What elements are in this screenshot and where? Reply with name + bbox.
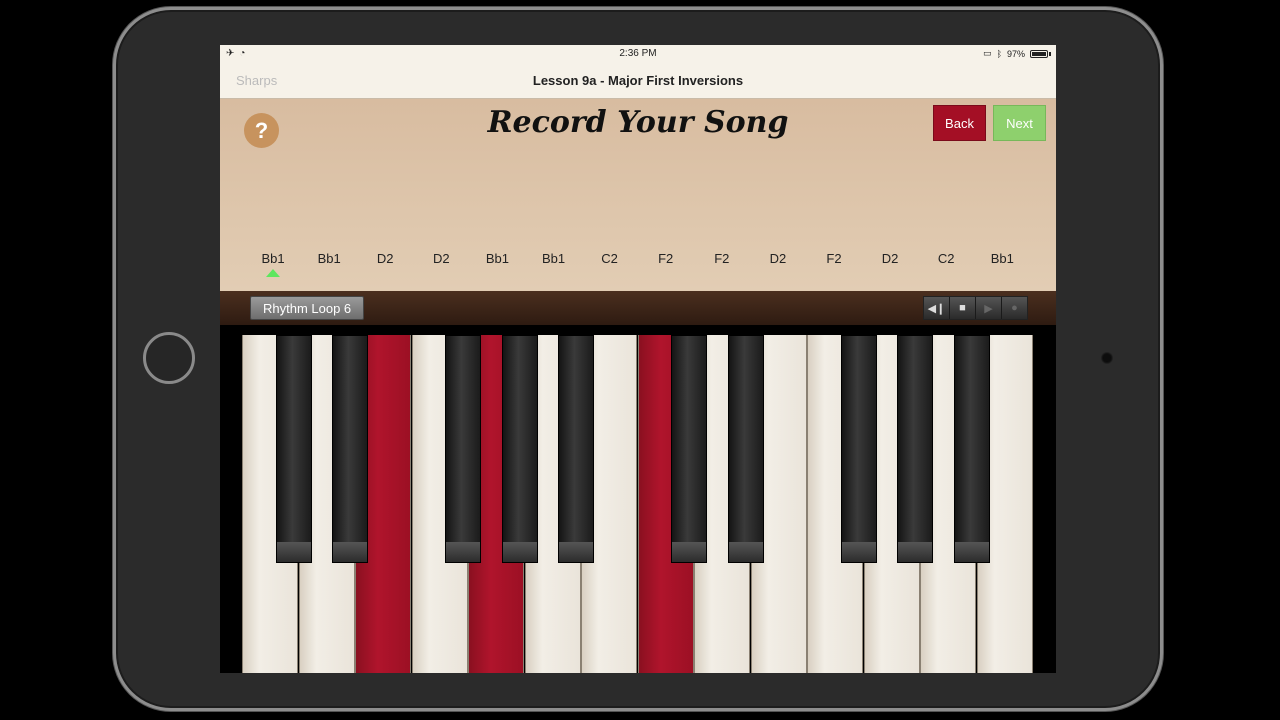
toolbar: Rhythm Loop 6 ◀❙ ■ ▶ ●: [220, 291, 1056, 325]
lesson-title: Lesson 9a - Major First Inversions: [532, 73, 744, 88]
note-label: C2: [601, 251, 618, 266]
stop-icon[interactable]: ■: [950, 297, 976, 319]
play-icon[interactable]: ▶: [976, 297, 1002, 319]
nav-bar: ✈ ◔ 2:36 PM ▭ ᛒ 97% Sharps Lesson 9a - M…: [220, 45, 1056, 99]
screen: ✈ ◔ 2:36 PM ▭ ᛒ 97% Sharps Lesson 9a - M…: [220, 45, 1056, 673]
piano-keyboard: [242, 335, 1033, 673]
note-label: Bb1: [317, 251, 341, 266]
black-key[interactable]: [445, 335, 481, 563]
screen-mirror-icon: ▭: [983, 48, 992, 58]
note-label: D2: [433, 251, 450, 266]
note-label: D2: [881, 251, 899, 266]
note-label: D2: [376, 251, 394, 266]
note-label: D2: [769, 251, 787, 266]
black-key[interactable]: [275, 335, 312, 563]
transport-controls: ◀❙ ■ ▶ ●: [923, 296, 1028, 320]
black-key[interactable]: [840, 335, 877, 563]
status-time: 2:36 PM: [619, 48, 657, 59]
note-sequence: Bb1 Bb1 D2 D2 Bb1 Bb1 C2 F2 F2 D2 F2 D2 C2 Bb1: [245, 251, 1030, 277]
black-key[interactable]: [558, 335, 594, 563]
note-label: F2: [826, 251, 842, 266]
back-button[interactable]: Back: [933, 105, 986, 141]
page-title: Record Your Song: [487, 105, 789, 140]
battery-percent: 97%: [1006, 48, 1025, 59]
note-label: Bb1: [990, 251, 1014, 266]
note-label: F2: [714, 251, 730, 266]
black-key[interactable]: [332, 335, 368, 563]
rewind-icon[interactable]: ◀❙: [924, 297, 950, 319]
black-key[interactable]: [727, 335, 764, 563]
song-panel: ? Record Your Song Back Next Bb1 Bb1 D2 D2 B…: [220, 99, 1056, 291]
current-note-marker: [266, 269, 281, 277]
note-label: Bb1: [541, 251, 566, 266]
rhythm-loop-button[interactable]: Rhythm Loop 6: [250, 296, 365, 320]
record-icon[interactable]: ●: [1002, 297, 1027, 319]
black-key[interactable]: [897, 335, 933, 563]
note-label: F2: [658, 251, 674, 266]
black-key[interactable]: [501, 335, 538, 563]
black-key[interactable]: [671, 335, 707, 563]
bluetooth-icon: ᛒ: [996, 48, 1002, 59]
note-label: Bb1: [485, 251, 509, 266]
note-label: C2: [937, 251, 955, 266]
home-button[interactable]: [143, 332, 195, 384]
note-label: Bb1: [245, 251, 301, 277]
status-right: ▭ ᛒ 97%: [983, 48, 1051, 59]
camera-icon: [1101, 352, 1113, 364]
next-button[interactable]: Next: [993, 105, 1046, 141]
black-key[interactable]: [953, 335, 990, 563]
battery-icon: [1030, 49, 1048, 58]
